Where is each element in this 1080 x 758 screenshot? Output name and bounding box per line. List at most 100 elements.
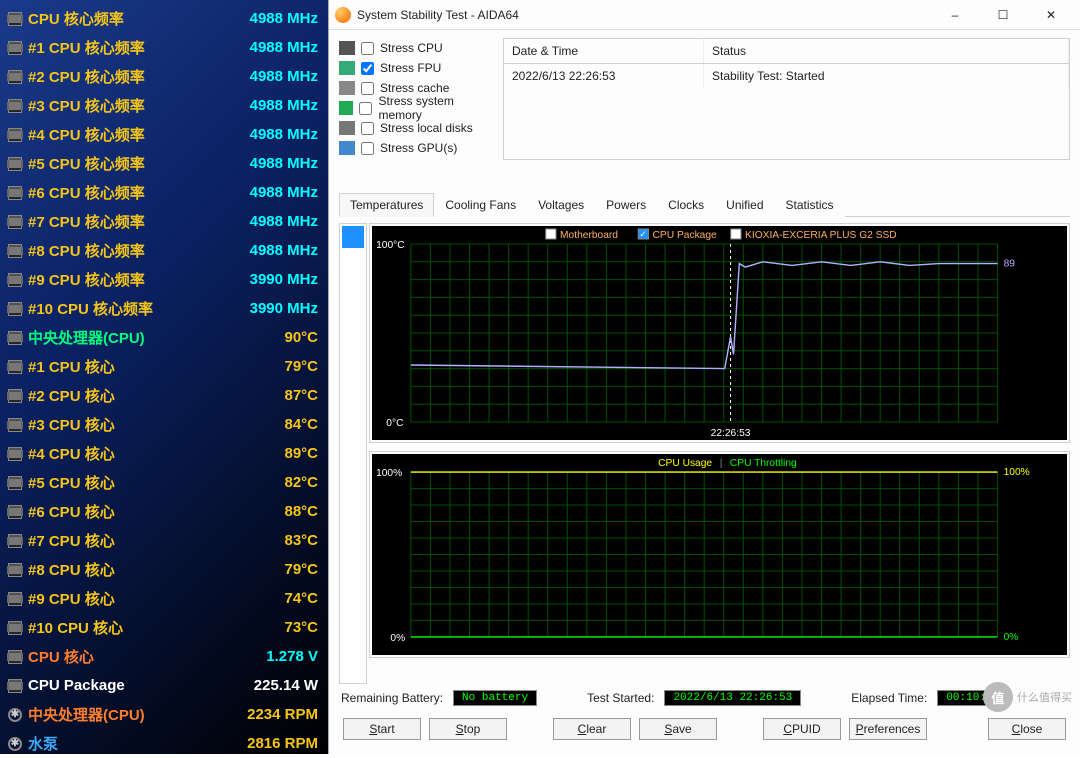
sensor-row: #2 CPU 核心87°C (6, 381, 322, 410)
sensor-value: 4988 MHz (250, 184, 322, 201)
sensor-label: #1 CPU 核心 (28, 356, 284, 377)
checkbox[interactable] (361, 122, 374, 135)
sensor-value: 4988 MHz (250, 10, 322, 27)
sensor-label: CPU Package (28, 677, 254, 694)
tab-cooling-fans[interactable]: Cooling Fans (434, 193, 527, 217)
disk-icon (339, 121, 355, 135)
chip-icon (6, 387, 24, 405)
sensor-value: 82°C (284, 474, 322, 491)
svg-text:89: 89 (1004, 259, 1016, 270)
check-stress-gpu(s)[interactable]: Stress GPU(s) (339, 138, 489, 158)
svg-text:100°C: 100°C (376, 240, 405, 251)
chip-icon (6, 10, 24, 28)
svg-text:100%: 100% (376, 468, 402, 479)
close-button[interactable]: Close (988, 718, 1066, 740)
check-label: Stress FPU (380, 61, 441, 75)
status-col-status[interactable]: Status (704, 39, 1069, 63)
checkbox[interactable] (361, 62, 374, 75)
fpu-icon (339, 61, 355, 75)
cpuid-button[interactable]: CPUID (763, 718, 841, 740)
sensor-value: 4988 MHz (250, 39, 322, 56)
sensor-label: #2 CPU 核心频率 (28, 66, 250, 87)
chip-icon (6, 416, 24, 434)
tab-temperatures[interactable]: Temperatures (339, 193, 434, 217)
checkbox[interactable] (361, 42, 374, 55)
app-window: System Stability Test - AIDA64 – ☐ ✕ Str… (328, 0, 1080, 754)
sensor-panel: CPU 核心频率4988 MHz#1 CPU 核心频率4988 MHz#2 CP… (0, 0, 328, 754)
elapsed-label: Elapsed Time: (851, 691, 927, 705)
sensor-value: 1.278 V (266, 648, 322, 665)
sensor-row: #3 CPU 核心频率4988 MHz (6, 91, 322, 120)
svg-text:100%: 100% (1004, 467, 1030, 478)
close-button[interactable]: ✕ (1028, 3, 1074, 27)
sensor-value: 83°C (284, 532, 322, 549)
status-col-datetime[interactable]: Date & Time (504, 39, 704, 63)
sensor-label: #1 CPU 核心频率 (28, 37, 250, 58)
sensor-value: 2816 RPM (247, 735, 322, 752)
check-stress-cpu[interactable]: Stress CPU (339, 38, 489, 58)
sensor-value: 3990 MHz (250, 300, 322, 317)
status-cell-datetime: 2022/6/13 22:26:53 (504, 64, 704, 88)
sensor-row: 中央处理器(CPU)2234 RPM (6, 700, 322, 729)
check-stress-local-disks[interactable]: Stress local disks (339, 118, 489, 138)
sensor-value: 79°C (284, 561, 322, 578)
chip-icon (6, 300, 24, 318)
maximize-button[interactable]: ☐ (980, 3, 1026, 27)
svg-text:CPU Usage: CPU Usage (658, 458, 712, 469)
tab-statistics[interactable]: Statistics (775, 193, 845, 217)
elapsed-value: 00:10:48 (937, 690, 1008, 706)
checkbox[interactable] (361, 142, 374, 155)
sensor-label: #10 CPU 核心频率 (28, 298, 250, 319)
tab-clocks[interactable]: Clocks (657, 193, 715, 217)
sensor-label: #6 CPU 核心频率 (28, 182, 250, 203)
sensor-row: #7 CPU 核心83°C (6, 526, 322, 555)
sensor-label: #8 CPU 核心频率 (28, 240, 250, 261)
check-label: Stress GPU(s) (380, 141, 457, 155)
window-title: System Stability Test - AIDA64 (357, 8, 932, 22)
sensor-value: 225.14 W (254, 677, 322, 694)
chip-icon (6, 445, 24, 463)
sensor-label: #9 CPU 核心 (28, 588, 284, 609)
check-stress-fpu[interactable]: Stress FPU (339, 58, 489, 78)
chip-icon (6, 97, 24, 115)
svg-text:0°C: 0°C (386, 418, 403, 429)
sensor-label: #3 CPU 核心 (28, 414, 284, 435)
sensor-row: #3 CPU 核心84°C (6, 410, 322, 439)
clear-button[interactable]: Clear (553, 718, 631, 740)
preferences-button[interactable]: Preferences (849, 718, 927, 740)
sensor-list-strip[interactable] (339, 223, 367, 684)
sensor-value: 79°C (284, 358, 322, 375)
chip-icon (6, 242, 24, 260)
fan-icon (6, 706, 24, 724)
sensor-label: #5 CPU 核心 (28, 472, 284, 493)
minimize-button[interactable]: – (932, 3, 978, 27)
status-cell-status: Stability Test: Started (704, 64, 1069, 88)
sensor-row: 中央处理器(CPU)90°C (6, 323, 322, 352)
svg-text:Motherboard: Motherboard (560, 230, 618, 241)
sensor-value: 2234 RPM (247, 706, 322, 723)
sensor-row: #7 CPU 核心频率4988 MHz (6, 207, 322, 236)
tab-unified[interactable]: Unified (715, 193, 774, 217)
stop-button[interactable]: Stop (429, 718, 507, 740)
save-button[interactable]: Save (639, 718, 717, 740)
sensor-label: #10 CPU 核心 (28, 617, 284, 638)
battery-label: Remaining Battery: (341, 691, 443, 705)
sensor-value: 88°C (284, 503, 322, 520)
title-bar: System Stability Test - AIDA64 – ☐ ✕ (329, 0, 1080, 30)
status-line: Remaining Battery: No battery Test Start… (339, 684, 1070, 712)
tab-powers[interactable]: Powers (595, 193, 657, 217)
check-stress-system-memory[interactable]: Stress system memory (339, 98, 489, 118)
checkbox[interactable] (361, 82, 374, 95)
checkbox[interactable] (359, 102, 372, 115)
sensor-value: 89°C (284, 445, 322, 462)
start-button[interactable]: Start (343, 718, 421, 740)
app-icon (335, 7, 351, 23)
sensor-value: 4988 MHz (250, 155, 322, 172)
tab-voltages[interactable]: Voltages (527, 193, 595, 217)
sensor-value: 90°C (284, 329, 322, 346)
sensor-value: 4988 MHz (250, 126, 322, 143)
chip-icon (6, 648, 24, 666)
check-label: Stress system memory (378, 94, 489, 122)
chip-icon (6, 213, 24, 231)
sensor-row: #2 CPU 核心频率4988 MHz (6, 62, 322, 91)
